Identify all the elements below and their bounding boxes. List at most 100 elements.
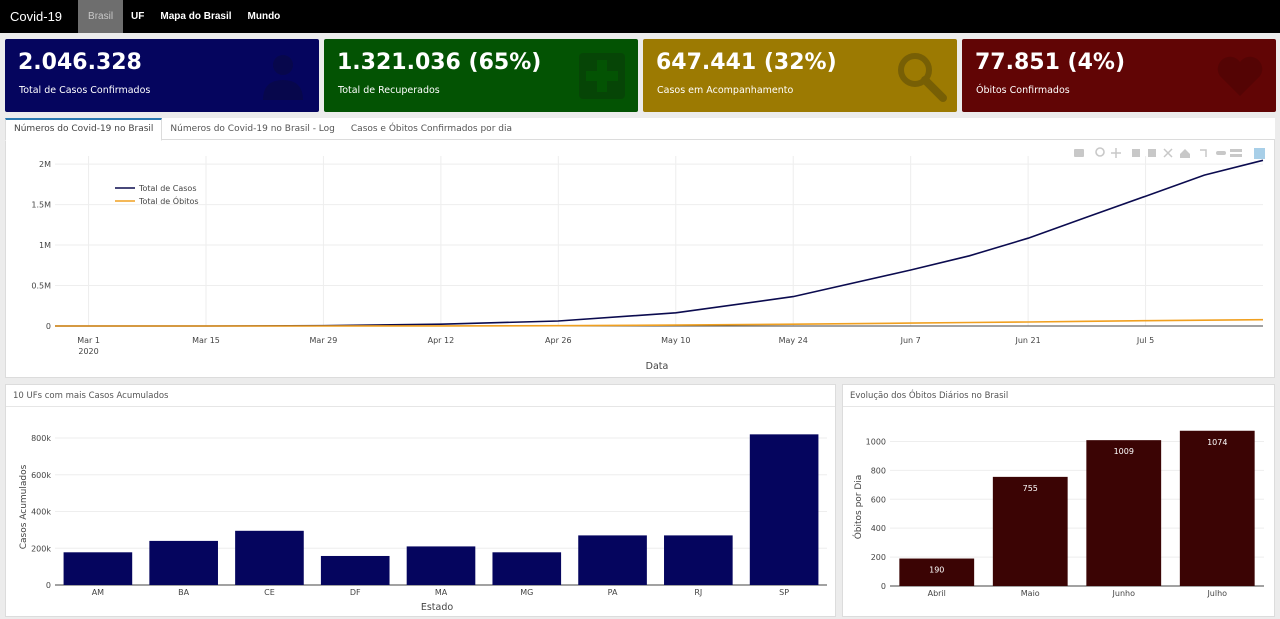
- bar-ba[interactable]: [149, 540, 218, 585]
- user-icon: [263, 55, 303, 100]
- zoom-in-icon[interactable]: [1132, 149, 1140, 157]
- nav-item-mapa[interactable]: Mapa do Brasil: [152, 0, 239, 33]
- x-tick-label: Maio: [1021, 589, 1040, 598]
- bar-maio[interactable]: [992, 476, 1068, 586]
- bar-sp[interactable]: [749, 434, 819, 585]
- x-tick-label: SP: [779, 588, 789, 597]
- plotly-logo-icon[interactable]: [1254, 148, 1265, 159]
- y-tick-label: 1.5M: [31, 201, 51, 210]
- card-deaths: 77.851 (4%) Óbitos Confirmados: [962, 39, 1276, 112]
- x-tick-sublabel: 2020: [78, 347, 98, 356]
- y-tick-label: 800: [871, 466, 886, 475]
- x-tick-label: MG: [520, 588, 533, 597]
- card-label: Total de Casos Confirmados: [19, 85, 151, 96]
- y-tick-label: 1000: [866, 437, 886, 446]
- y-tick-label: 1M: [39, 241, 51, 250]
- panel-title: Evolução dos Óbitos Diários no Brasil: [843, 385, 1274, 407]
- heart-icon: [1217, 56, 1263, 96]
- bar-am[interactable]: [63, 552, 133, 585]
- x-tick-label: May 24: [779, 336, 808, 345]
- hover-compare-icon-part: [1230, 154, 1242, 157]
- bar-rj[interactable]: [664, 535, 733, 585]
- uf-bar-chart: 0 200k 400k 600k 800k AM BA CE DF MA MG PA RJ SP Esta…: [19, 434, 827, 613]
- tab-casos-obitos-dia[interactable]: Casos e Óbitos Confirmados por dia: [343, 118, 520, 139]
- card-monitoring: 647.441 (32%) Casos em Acompanhamento: [643, 39, 957, 112]
- x-tick-label: RJ: [694, 588, 702, 597]
- y-tick-label: 2M: [39, 160, 51, 169]
- legend-label-deaths[interactable]: Total de Óbitos: [138, 195, 199, 206]
- x-tick-label: May 10: [661, 336, 690, 345]
- card-label: Casos em Acompanhamento: [657, 85, 794, 96]
- x-tick-label: CE: [264, 588, 275, 597]
- bar-ma[interactable]: [406, 546, 476, 585]
- magnifier-icon: [898, 53, 947, 102]
- uf-chart-bars: [63, 434, 819, 585]
- nav-item-uf[interactable]: UF: [123, 0, 152, 33]
- y-tick-label: 800k: [31, 434, 51, 443]
- y-tick-label: 600: [871, 495, 886, 504]
- y-tick-label: 200: [871, 553, 886, 562]
- y-tick-label: 400: [871, 524, 886, 533]
- line-chart: Mar 1 2020 Mar 15 Mar 29 Apr 12 Apr 26 May 10 M…: [31, 147, 1265, 372]
- x-tick-label: BA: [178, 588, 189, 597]
- x-tick-label: Julho: [1206, 589, 1227, 598]
- y-tick-label: 0: [46, 581, 51, 590]
- card-label: Óbitos Confirmados: [976, 85, 1070, 96]
- uf-chart-ylabel: Casos Acumulados: [19, 464, 29, 549]
- x-tick-label: Apr 12: [428, 336, 455, 345]
- deaths-chart-ylabel: Óbitos por Dia: [852, 475, 864, 540]
- y-tick-label: 0.5M: [31, 282, 51, 291]
- hover-compare-icon[interactable]: [1230, 149, 1242, 152]
- bar-df[interactable]: [320, 555, 390, 585]
- x-tick-label: DF: [350, 588, 361, 597]
- top-navbar: Covid-19 Brasil UF Mapa do Brasil Mundo: [0, 0, 1280, 33]
- bar-ce[interactable]: [235, 530, 304, 585]
- uf-chart-xlabel: Estado: [421, 602, 454, 613]
- panel-title: 10 UFs com mais Casos Acumulados: [6, 385, 835, 407]
- bar-julho[interactable]: [1179, 430, 1255, 586]
- hover-closest-icon[interactable]: [1216, 151, 1226, 155]
- series-line-deaths[interactable]: [55, 318, 1264, 327]
- zoom-out-icon[interactable]: [1148, 149, 1156, 157]
- camera-icon[interactable]: [1074, 149, 1084, 157]
- pan-icon[interactable]: [1111, 148, 1121, 158]
- x-tick-label: Jul 5: [1136, 336, 1154, 345]
- zoom-icon[interactable]: [1095, 147, 1105, 157]
- nav-item-mundo[interactable]: Mundo: [240, 0, 289, 33]
- x-tick-label: Abril: [928, 589, 946, 598]
- bar-mg[interactable]: [492, 552, 562, 585]
- bar-pa[interactable]: [578, 535, 647, 585]
- bar-value-label: 190: [929, 566, 944, 575]
- card-total-cases: 2.046.328 Total de Casos Confirmados: [5, 39, 319, 112]
- plot-modebar: [1074, 147, 1265, 159]
- series-line-cases[interactable]: [55, 159, 1264, 327]
- legend-label-cases[interactable]: Total de Casos: [138, 184, 197, 193]
- x-tick-label: Jun 7: [900, 336, 921, 345]
- x-tick-label: Mar 1: [77, 336, 100, 345]
- bar-value-label: 1074: [1207, 438, 1227, 447]
- x-tick-label: Mar 15: [192, 336, 220, 345]
- bar-value-label: 1009: [1114, 447, 1134, 456]
- tab-numeros-brasil[interactable]: Números do Covid-19 no Brasil: [5, 118, 163, 141]
- line-chart-series: [55, 159, 1264, 327]
- card-value: 1.321.036 (65%): [337, 50, 542, 75]
- nav-item-brasil[interactable]: Brasil: [78, 0, 124, 33]
- line-chart-legend: Total de Casos Total de Óbitos: [115, 184, 199, 206]
- x-tick-label: PA: [608, 588, 618, 597]
- spike-lines-icon[interactable]: [1200, 149, 1207, 157]
- card-value: 2.046.328: [18, 50, 142, 75]
- line-chart-grid: [55, 156, 1263, 327]
- bar-junho[interactable]: [1086, 440, 1162, 586]
- home-icon[interactable]: [1180, 149, 1190, 158]
- card-value: 647.441 (32%): [656, 50, 837, 75]
- deaths-bar-chart: 190 755 1009 1074 0 200 400 600 800 1000 Abril Mai…: [852, 430, 1264, 598]
- line-chart-xlabel: Data: [646, 361, 669, 372]
- y-tick-label: 600k: [31, 471, 51, 480]
- y-tick-label: 0: [881, 582, 886, 591]
- autoscale-icon[interactable]: [1163, 148, 1173, 158]
- brand-title[interactable]: Covid-19: [0, 9, 78, 24]
- x-tick-label: AM: [92, 588, 104, 597]
- tab-numeros-brasil-log[interactable]: Números do Covid-19 no Brasil - Log: [162, 118, 342, 139]
- medical-cross-icon: [579, 53, 625, 99]
- x-tick-label: Jun 21: [1014, 336, 1040, 345]
